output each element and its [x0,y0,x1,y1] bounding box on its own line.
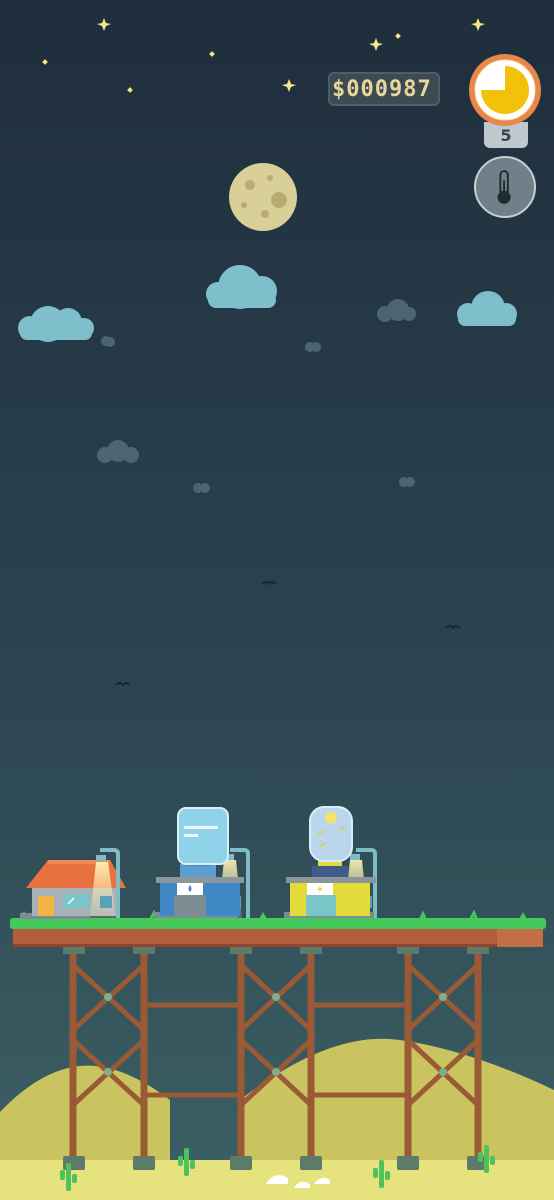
money-counter: $000987 [328,72,440,106]
thermometer-icon [497,170,511,204]
cloud [305,342,321,352]
time-dial[interactable] [467,52,543,128]
cloud [193,483,210,493]
money-value: $000987 [332,76,432,102]
moon [229,163,297,231]
bridge-deck [10,909,546,947]
level-value: 5 [500,125,512,145]
thermometer-button[interactable] [474,156,536,218]
game-scene [0,0,554,1200]
cloud [399,477,415,487]
